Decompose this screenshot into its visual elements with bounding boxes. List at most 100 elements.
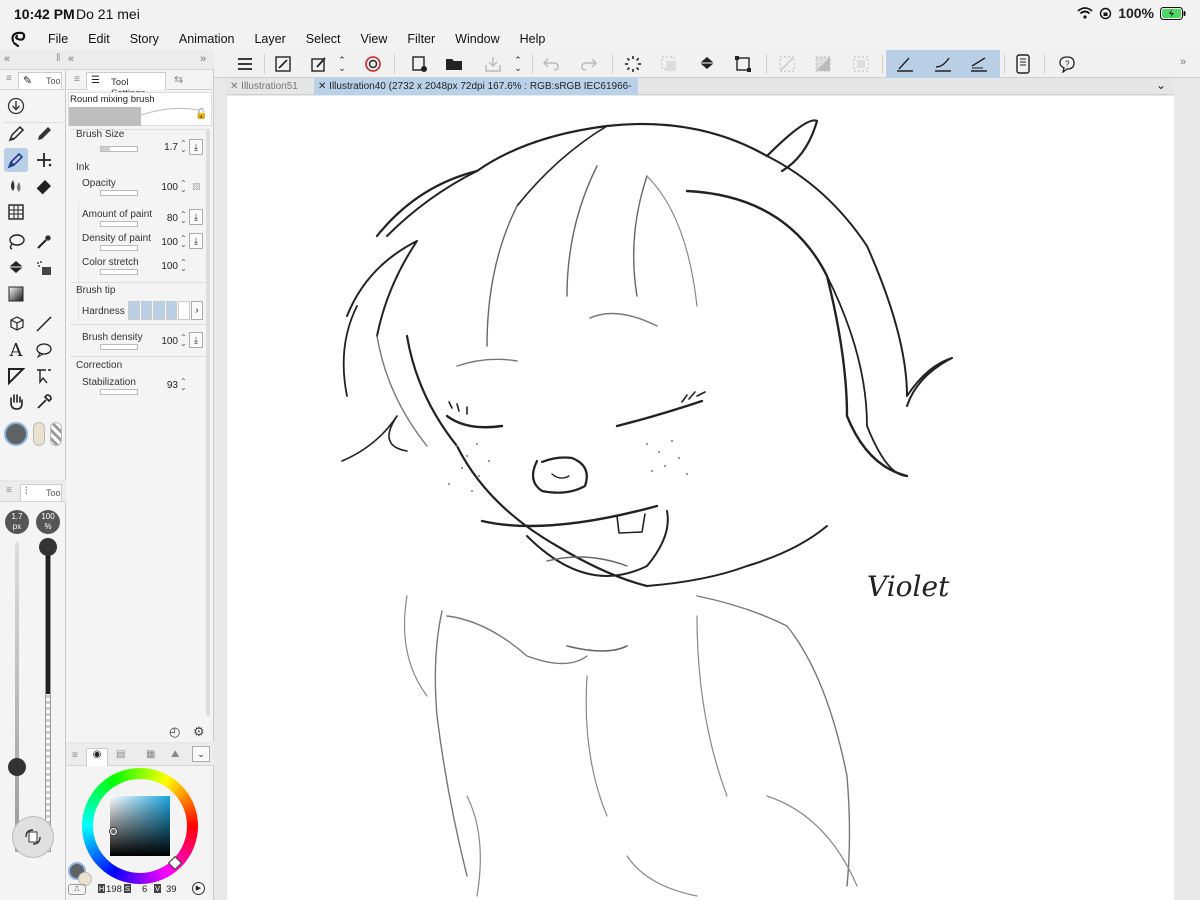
panel-grip-icon[interactable]: ‖: [56, 52, 61, 64]
operation-tool-icon[interactable]: [32, 364, 56, 388]
drawing-canvas[interactable]: Violet: [227, 96, 1174, 900]
lasso-tool-icon[interactable]: [4, 230, 28, 254]
hardness-cell[interactable]: [128, 301, 140, 320]
tab-illustration51[interactable]: ✕ Illustration51: [226, 78, 314, 95]
balloon-tool-icon[interactable]: [32, 338, 56, 362]
menu-layer[interactable]: Layer: [244, 32, 295, 46]
color-mode-icon[interactable]: ▶: [192, 882, 205, 895]
hardness-cell[interactable]: [153, 301, 165, 320]
collapse-left-icon[interactable]: «: [4, 53, 10, 65]
density-of-paint-spinner[interactable]: ⌃ ⌄: [180, 235, 187, 249]
menu-file[interactable]: File: [38, 32, 78, 46]
selection-border-icon[interactable]: [848, 52, 874, 76]
sync-icon[interactable]: ⇆: [174, 73, 183, 86]
brush-density-value[interactable]: 100: [152, 336, 178, 347]
quick-access-icon[interactable]: [360, 52, 386, 76]
brush-size-spinner[interactable]: ⌃ ⌄: [180, 140, 187, 154]
color-slider-tab-icon[interactable]: ⛰: [171, 749, 179, 760]
size-slider-knob[interactable]: [8, 758, 26, 776]
3d-object-tool-icon[interactable]: [4, 312, 28, 336]
collapse-right-icon[interactable]: »: [1180, 56, 1186, 68]
download-tool-icon[interactable]: [4, 94, 28, 118]
sv-picker-knob[interactable]: [110, 828, 117, 835]
hardness-next-button[interactable]: ›: [191, 301, 203, 320]
text-tool-icon[interactable]: A: [4, 338, 28, 362]
eraser-tool-icon[interactable]: [32, 174, 56, 198]
frame-tool-icon[interactable]: [4, 200, 28, 224]
opacity-spinner[interactable]: ⌃ ⌄: [180, 180, 187, 194]
brush-size-download-icon[interactable]: ⤓: [189, 139, 203, 155]
menu-animation[interactable]: Animation: [169, 32, 245, 46]
pencil-tool-icon[interactable]: [32, 122, 56, 146]
hardness-selector[interactable]: [128, 301, 190, 320]
close-tab-icon[interactable]: ✕: [318, 81, 326, 92]
brush-detail-settings-icon[interactable]: ⚙: [193, 724, 205, 740]
device-icon[interactable]: [1010, 52, 1036, 76]
color-stretch-value[interactable]: 100: [152, 261, 178, 272]
open-folder-icon[interactable]: [442, 52, 468, 76]
amount-of-paint-download-icon[interactable]: ⤓: [189, 209, 203, 225]
menu-edit[interactable]: Edit: [78, 32, 120, 46]
tool-tab[interactable]: ✎ Too: [18, 72, 62, 89]
new-canvas-icon[interactable]: [406, 52, 432, 76]
brush-density-download-icon[interactable]: ⤓: [189, 332, 203, 348]
line-tool-icon[interactable]: [32, 312, 56, 336]
hardness-cell[interactable]: [178, 301, 190, 320]
help-icon[interactable]: ?: [1054, 52, 1080, 76]
menu-hamburger-icon[interactable]: [232, 52, 258, 76]
color-stretch-slider[interactable]: [100, 269, 138, 275]
brush-size-slider[interactable]: [100, 146, 138, 152]
save-icon[interactable]: [480, 52, 506, 76]
invert-selection-icon[interactable]: [810, 52, 836, 76]
panel-menu-icon[interactable]: ≡: [6, 73, 12, 84]
color-wheel-tab[interactable]: ◉: [86, 748, 108, 766]
panel-menu-icon[interactable]: ≡: [6, 485, 12, 496]
density-of-paint-value[interactable]: 100: [152, 237, 178, 248]
color-stretch-spinner[interactable]: ⌃ ⌄: [180, 259, 187, 273]
stabilization-slider[interactable]: [100, 389, 138, 395]
spinner-up-down-icon[interactable]: ⌃ ⌄: [510, 52, 526, 76]
menu-window[interactable]: Window: [445, 32, 509, 46]
opacity-link-icon[interactable]: ▨: [192, 181, 201, 192]
menu-select[interactable]: Select: [296, 32, 351, 46]
sparkle-tool-icon[interactable]: [32, 148, 56, 172]
density-of-paint-download-icon[interactable]: ⤓: [189, 233, 203, 249]
saturation-value-square[interactable]: [110, 796, 170, 856]
menu-filter[interactable]: Filter: [397, 32, 445, 46]
brush-preview[interactable]: Round mixing brush 🔓: [68, 92, 212, 126]
menu-view[interactable]: View: [351, 32, 398, 46]
size-slider[interactable]: [15, 542, 19, 852]
hand-tool-icon[interactable]: [4, 390, 28, 414]
panel-menu-icon[interactable]: ≡: [74, 74, 80, 85]
brush-size-value[interactable]: 1.7: [152, 142, 178, 153]
expand-panel-button[interactable]: ⌄: [192, 746, 210, 762]
edit-square-icon[interactable]: [270, 52, 296, 76]
crop-icon[interactable]: [730, 52, 756, 76]
color-set-tab-icon[interactable]: ▤: [116, 749, 125, 760]
loading-icon[interactable]: [620, 52, 646, 76]
opacity-slider[interactable]: [100, 190, 138, 196]
menu-story[interactable]: Story: [120, 32, 169, 46]
tool-settings-tab[interactable]: ☰ Tool Settings: [86, 72, 166, 99]
amount-of-paint-value[interactable]: 80: [152, 213, 178, 224]
density-of-paint-slider[interactable]: [100, 245, 138, 251]
tab-illustration40[interactable]: ✕ Illustration40 (2732 x 2048px 72dpi 16…: [314, 78, 638, 109]
main-color-swatch[interactable]: [4, 422, 28, 446]
transparent-color-swatch[interactable]: [50, 422, 62, 446]
transform-layer-icon[interactable]: [306, 52, 332, 76]
selection-stamp-icon[interactable]: [656, 52, 682, 76]
stabilization-spinner[interactable]: ⌃ ⌄: [180, 378, 187, 392]
opacity-value[interactable]: 100: [152, 182, 178, 193]
magic-wand-tool-icon[interactable]: [32, 230, 56, 254]
tab-list-chevron-icon[interactable]: ⌄: [1156, 78, 1166, 92]
brush-density-slider[interactable]: [100, 344, 138, 350]
fill-tool-icon[interactable]: [4, 256, 28, 280]
color-history-tab-icon[interactable]: ▦: [146, 749, 155, 760]
sub-color-swatch[interactable]: [33, 422, 45, 446]
rotate-toggle-icon[interactable]: [12, 816, 54, 858]
stroke-correction-2-icon[interactable]: [930, 52, 956, 76]
brush-reset-icon[interactable]: ◴: [169, 724, 180, 740]
stroke-correction-1-icon[interactable]: [892, 52, 918, 76]
brush-tool-icon[interactable]: [4, 148, 28, 172]
app-logo-icon[interactable]: [0, 28, 38, 50]
